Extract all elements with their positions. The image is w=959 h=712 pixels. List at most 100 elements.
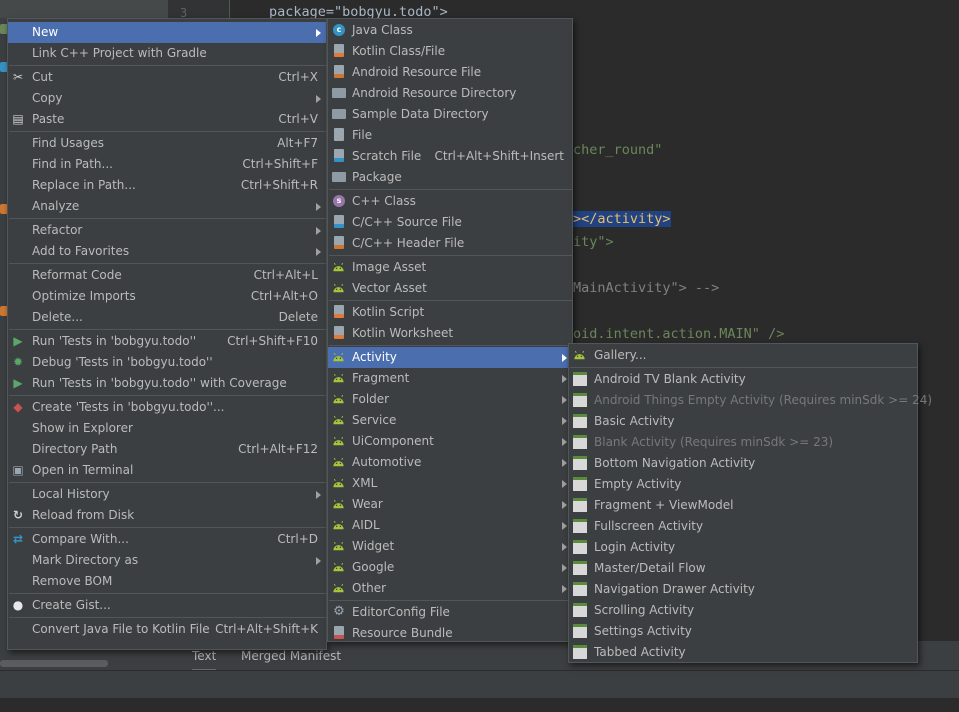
activity-menu-item-gallery[interactable]: Gallery... [569, 345, 917, 366]
menu-item-label: C/C++ Header File [352, 236, 465, 250]
menu-item-label: Analyze [32, 199, 80, 213]
activity-menu-item-empty-activity[interactable]: Empty Activity [569, 474, 917, 495]
new-menu-item-wear[interactable]: Wear [328, 494, 572, 515]
activity-menu-item-navigation-drawer-activity[interactable]: Navigation Drawer Activity [569, 579, 917, 600]
new-menu-item-xml[interactable]: XML [328, 473, 572, 494]
new-menu-item-c-c-header-file[interactable]: C/C++ Header File [328, 233, 572, 254]
context-menu-item-reload-from-disk[interactable]: ↻ Reload from Disk [8, 505, 326, 526]
context-menu-item-run-tests-in-bobgyu-todo[interactable]: ▶ Run 'Tests in 'bobgyu.todo'' Ctrl+Shift+… [8, 331, 326, 352]
context-menu-item-link-c-project-with-gradle[interactable]: Link C++ Project with Gradle [8, 43, 326, 64]
java-class-icon: c [333, 24, 345, 36]
new-menu-item-package[interactable]: Package [328, 167, 572, 188]
new-menu-item-sample-data-directory[interactable]: Sample Data Directory [328, 104, 572, 125]
new-menu-item-android-resource-file[interactable]: Android Resource File [328, 62, 572, 83]
activity-menu-item-fragment-viewmodel[interactable]: Fragment + ViewModel [569, 495, 917, 516]
new-menu-item-scratch-file[interactable]: Scratch File Ctrl+Alt+Shift+Insert [328, 146, 572, 167]
new-menu-item-automotive[interactable]: Automotive [328, 452, 572, 473]
context-menu-item-cut[interactable]: ✂ Cut Ctrl+X [8, 67, 326, 88]
context-menu-item-remove-bom[interactable]: Remove BOM [8, 571, 326, 592]
menu-separator [9, 593, 327, 594]
new-menu-item-activity[interactable]: Activity [328, 347, 572, 368]
context-menu-item-replace-in-path[interactable]: Replace in Path... Ctrl+Shift+R [8, 175, 326, 196]
context-menu-item-refactor[interactable]: Refactor [8, 220, 326, 241]
activity-menu-item-login-activity[interactable]: Login Activity [569, 537, 917, 558]
new-menu-item-fragment[interactable]: Fragment [328, 368, 572, 389]
cpp-source-icon [334, 215, 344, 228]
context-menu-item-open-in-terminal[interactable]: ▣ Open in Terminal [8, 460, 326, 481]
new-menu-item-aidl[interactable]: AIDL [328, 515, 572, 536]
activity-menu-item-tabbed-activity[interactable]: Tabbed Activity [569, 642, 917, 663]
menu-item-label: Add to Favorites [32, 244, 130, 258]
menu-item-label: Automotive [352, 455, 422, 469]
new-menu-item-java-class[interactable]: c Java Class [328, 20, 572, 41]
horizontal-scrollbar[interactable] [0, 660, 108, 667]
new-menu-item-c-c-source-file[interactable]: C/C++ Source File [328, 212, 572, 233]
menu-item-label: Find in Path... [32, 157, 113, 171]
context-menu-item-find-usages[interactable]: Find Usages Alt+F7 [8, 133, 326, 154]
resource-bundle-icon [334, 626, 344, 639]
menu-separator [329, 600, 573, 601]
activity-menu-item-scrolling-activity[interactable]: Scrolling Activity [569, 600, 917, 621]
context-menu-item-delete[interactable]: Delete... Delete [8, 307, 326, 328]
new-menu-item-editorconfig-file[interactable]: ⚙ EditorConfig File [328, 602, 572, 623]
new-menu-item-widget[interactable]: Widget [328, 536, 572, 557]
activity-menu-item-fullscreen-activity[interactable]: Fullscreen Activity [569, 516, 917, 537]
new-menu-item-kotlin-script[interactable]: Kotlin Script [328, 302, 572, 323]
new-menu-item-file[interactable]: File [328, 125, 572, 146]
new-menu-item-c-class[interactable]: s C++ Class [328, 191, 572, 212]
terminal-icon: ▣ [12, 463, 24, 477]
context-menu-item-reformat-code[interactable]: Reformat Code Ctrl+Alt+L [8, 265, 326, 286]
new-menu-item-google[interactable]: Google [328, 557, 572, 578]
new-menu-item-android-resource-directory[interactable]: Android Resource Directory [328, 83, 572, 104]
menu-item-label: Cut [32, 70, 53, 84]
folder-icon [332, 88, 346, 98]
activity-template-icon [573, 414, 587, 428]
context-menu-item-create-gist[interactable]: ● Create Gist... [8, 595, 326, 616]
activity-menu-item-android-things-empty-activity-requires-minsdk-24: Android Things Empty Activity (Requires … [569, 390, 932, 411]
new-menu-item-kotlin-worksheet[interactable]: Kotlin Worksheet [328, 323, 572, 344]
new-menu-item-image-asset[interactable]: Image Asset [328, 257, 572, 278]
context-menu-item-optimize-imports[interactable]: Optimize Imports Ctrl+Alt+O [8, 286, 326, 307]
context-menu-item-copy[interactable]: Copy [8, 88, 326, 109]
new-menu-item-resource-bundle[interactable]: Resource Bundle [328, 623, 572, 644]
new-menu-item-service[interactable]: Service [328, 410, 572, 431]
context-menu-item-add-to-favorites[interactable]: Add to Favorites [8, 241, 326, 262]
activity-menu-item-bottom-navigation-activity[interactable]: Bottom Navigation Activity [569, 453, 917, 474]
context-menu-item-new[interactable]: New [8, 22, 326, 43]
menu-item-label: Scratch File [352, 149, 422, 163]
context-menu-item-compare-with[interactable]: ⇄ Compare With... Ctrl+D [8, 529, 326, 550]
android-icon [573, 349, 586, 362]
context-menu-item-find-in-path[interactable]: Find in Path... Ctrl+Shift+F [8, 154, 326, 175]
context-menu-item-run-tests-in-bobgyu-todo-with-coverage[interactable]: ▶ Run 'Tests in 'bobgyu.todo'' with Cover… [8, 373, 326, 394]
project-context-menu: New Link C++ Project with Gradle ✂ Cut Ctrl+… [7, 18, 327, 650]
new-menu-item-vector-asset[interactable]: Vector Asset [328, 278, 572, 299]
compare-icon: ⇄ [12, 532, 24, 546]
activity-menu-item-master-detail-flow[interactable]: Master/Detail Flow [569, 558, 917, 579]
menu-separator [9, 395, 327, 396]
context-menu-item-analyze[interactable]: Analyze [8, 196, 326, 217]
context-menu-item-create-tests-in-bobgyu-todo[interactable]: ◆ Create 'Tests in 'bobgyu.todo''... [8, 397, 326, 418]
cpp-header-icon [334, 236, 344, 249]
context-menu-item-local-history[interactable]: Local History [8, 484, 326, 505]
chevron-right-icon [562, 375, 567, 383]
tab-text[interactable]: Text [192, 649, 217, 671]
context-menu-item-paste[interactable]: ▤ Paste Ctrl+V [8, 109, 326, 130]
shortcut-label: Ctrl+X [278, 70, 318, 84]
new-menu-item-uicomponent[interactable]: UiComponent [328, 431, 572, 452]
android-icon [332, 456, 345, 469]
tab-merged-manifest[interactable]: Merged Manifest [241, 649, 341, 663]
context-menu-item-mark-directory-as[interactable]: Mark Directory as [8, 550, 326, 571]
activity-menu-item-android-tv-blank-activity[interactable]: Android TV Blank Activity [569, 369, 917, 390]
activity-menu-item-settings-activity[interactable]: Settings Activity [569, 621, 917, 642]
context-menu-item-convert-java-file-to-kotlin-file[interactable]: Convert Java File to Kotlin File Ctrl+Alt… [8, 619, 326, 640]
new-menu-item-other[interactable]: Other [328, 578, 572, 599]
context-menu-item-show-in-explorer[interactable]: Show in Explorer [8, 418, 326, 439]
activity-menu-item-basic-activity[interactable]: Basic Activity [569, 411, 917, 432]
android-icon [332, 561, 345, 574]
context-menu-item-directory-path[interactable]: Directory Path Ctrl+Alt+F12 [8, 439, 326, 460]
new-menu-item-kotlin-class-file[interactable]: Kotlin Class/File [328, 41, 572, 62]
context-menu-item-debug-tests-in-bobgyu-todo[interactable]: ✹ Debug 'Tests in 'bobgyu.todo'' [8, 352, 326, 373]
chevron-right-icon [562, 564, 567, 572]
new-menu-item-folder[interactable]: Folder [328, 389, 572, 410]
shortcut-label: Ctrl+V [278, 112, 318, 126]
